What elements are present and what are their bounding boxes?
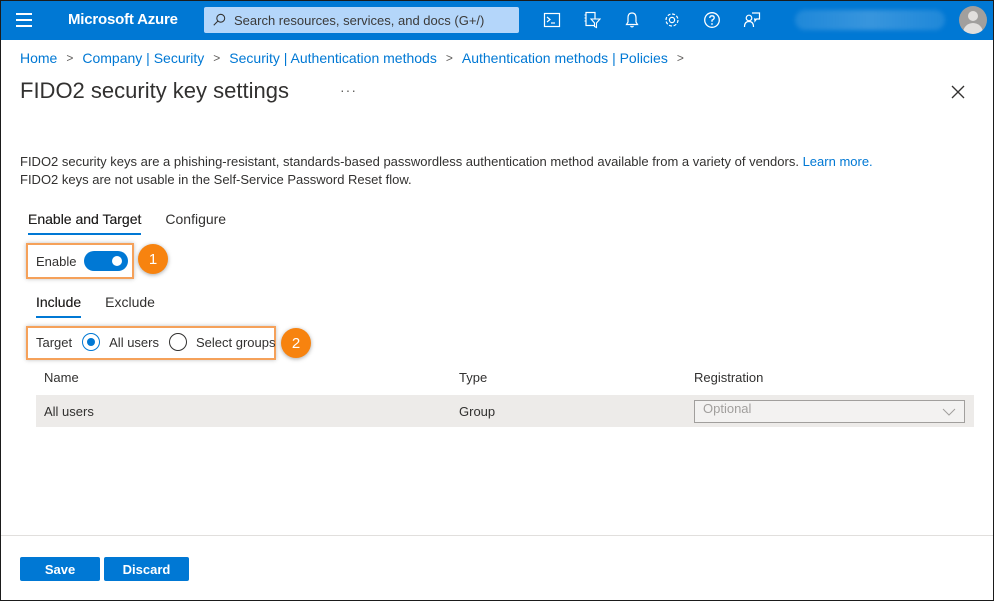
chevron-right-icon: > (213, 51, 221, 65)
description-line-1: FIDO2 security keys are a phishing-resis… (20, 154, 799, 169)
discard-button[interactable]: Discard (104, 557, 189, 581)
brand-title[interactable]: Microsoft Azure (68, 11, 178, 28)
column-header-type[interactable]: Type (459, 370, 487, 385)
chevron-down-icon (942, 408, 956, 416)
column-header-name[interactable]: Name (44, 370, 79, 385)
table-header: Name Type Registration (36, 370, 974, 388)
directory-filter-icon[interactable] (580, 8, 604, 32)
chevron-right-icon: > (66, 51, 74, 65)
annotation-badge-2: 2 (281, 328, 311, 358)
annotation-badge-1: 1 (138, 244, 168, 274)
main-tabs: Enable and Target Configure (28, 211, 250, 235)
target-label: Target (36, 334, 73, 350)
tab-include[interactable]: Include (36, 294, 82, 318)
footer-divider (0, 535, 994, 536)
description: FIDO2 security keys are a phishing-resis… (20, 153, 873, 189)
close-icon[interactable] (948, 82, 968, 102)
cloud-shell-icon[interactable] (540, 8, 564, 32)
radio-select-groups-label: Select groups (196, 334, 276, 350)
include-exclude-tabs: Include Exclude (36, 294, 179, 318)
more-options-button[interactable]: ··· (340, 82, 357, 98)
table-row[interactable]: All users Group Optional (36, 395, 974, 427)
chevron-right-icon: > (445, 51, 453, 65)
page-title: FIDO2 security key settings (20, 78, 289, 103)
radio-checked-icon (82, 333, 101, 351)
notifications-icon[interactable] (620, 8, 644, 32)
radio-all-users[interactable]: All users (82, 333, 159, 351)
enable-label: Enable (36, 253, 77, 269)
registration-dropdown[interactable]: Optional (694, 400, 965, 423)
column-header-registration[interactable]: Registration (694, 370, 763, 385)
learn-more-link[interactable]: Learn more. (803, 154, 873, 169)
help-icon[interactable] (700, 8, 724, 32)
breadcrumb-auth-methods-policies[interactable]: Authentication methods | Policies (462, 50, 668, 66)
breadcrumb: Home > Company | Security > Security | A… (20, 50, 693, 66)
target-row: Target All users Select groups (36, 333, 276, 351)
breadcrumb-home[interactable]: Home (20, 50, 57, 66)
tab-exclude[interactable]: Exclude (105, 294, 155, 318)
cell-name: All users (44, 404, 94, 419)
top-navigation-bar: Microsoft Azure (0, 0, 994, 40)
enable-toggle[interactable] (84, 251, 129, 271)
search-box[interactable] (204, 7, 519, 33)
search-icon (213, 13, 226, 26)
avatar[interactable] (959, 6, 987, 34)
hamburger-menu-icon[interactable] (16, 13, 32, 27)
radio-unchecked-icon (169, 333, 187, 351)
tab-enable-and-target[interactable]: Enable and Target (28, 211, 142, 235)
cell-type: Group (459, 404, 496, 419)
enable-row: Enable (36, 251, 129, 271)
tab-configure[interactable]: Configure (165, 211, 226, 235)
radio-select-groups[interactable]: Select groups (169, 333, 276, 351)
settings-icon[interactable] (660, 8, 684, 32)
chevron-right-icon: > (676, 51, 684, 65)
feedback-icon[interactable] (740, 8, 764, 32)
account-info-blurred[interactable] (795, 10, 945, 30)
search-input[interactable] (234, 12, 514, 28)
radio-all-users-label: All users (109, 334, 159, 350)
registration-value: Optional (703, 401, 752, 416)
breadcrumb-security-auth-methods[interactable]: Security | Authentication methods (229, 50, 437, 66)
save-button[interactable]: Save (20, 557, 100, 581)
description-line-2: FIDO2 keys are not usable in the Self-Se… (20, 172, 412, 187)
breadcrumb-company-security[interactable]: Company | Security (82, 50, 204, 66)
